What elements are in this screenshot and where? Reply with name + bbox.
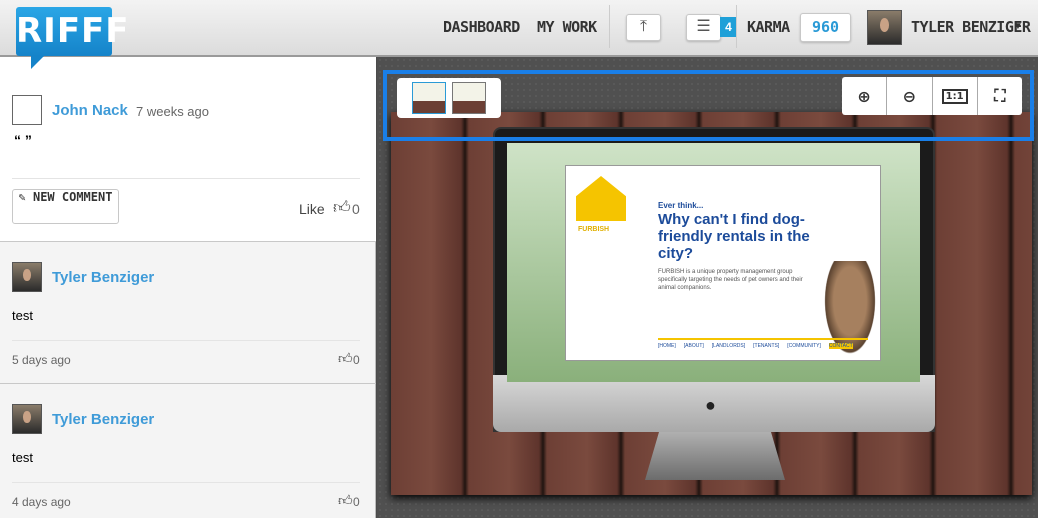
comment-body: test — [12, 308, 33, 323]
divider — [736, 5, 737, 48]
commenter-avatar — [12, 404, 42, 434]
commenter-avatar — [12, 262, 42, 292]
comment-time: 5 days ago — [12, 353, 71, 367]
comment-likes: 0 — [353, 353, 360, 367]
new-comment-button[interactable]: ✎ NEW COMMENT — [12, 189, 119, 224]
upload-icon: ⤒ — [639, 18, 648, 35]
like-count: 0 — [352, 201, 360, 217]
user-avatar[interactable] — [867, 10, 902, 45]
list-icon: ☰ — [696, 18, 711, 35]
comment-likes: 0 — [353, 495, 360, 509]
preview-kicker: Ever think... — [658, 201, 704, 210]
nav-my-work[interactable]: MY WORK — [537, 18, 597, 36]
comment: Tyler Benziger test 4 days ago 👍︎ 0 — [0, 384, 376, 518]
karma-value: 960 — [800, 13, 851, 42]
top-header: DASHBOARD MY WORK ⤒ ☰ 4 KARMA 960 TYLER … — [0, 0, 1038, 57]
commenter-name[interactable]: Tyler Benziger — [52, 411, 154, 428]
list-count-badge: 4 — [720, 17, 737, 37]
comment-body: test — [12, 450, 33, 465]
logo[interactable]: RIFFF — [16, 7, 129, 69]
house-logo-icon — [576, 176, 626, 221]
thumbs-up-icon[interactable]: 👍︎ — [333, 197, 351, 218]
thumbs-up-icon[interactable]: 👍︎ — [338, 492, 353, 509]
nav-dashboard[interactable]: DASHBOARD — [443, 18, 520, 36]
preview-brand: FURBISH — [578, 226, 610, 233]
commenter-name[interactable]: Tyler Benziger — [52, 269, 154, 286]
chevron-down-icon[interactable]: ▼ — [1013, 21, 1023, 32]
monitor-chin: ● — [493, 375, 935, 432]
list-button[interactable]: ☰ — [686, 14, 721, 41]
karma-label: KARMA — [747, 18, 790, 36]
preview-blurb: FURBISH is a unique property management … — [658, 269, 803, 291]
post-body: “ ” — [14, 132, 32, 148]
website-preview: FURBISH Ever think... Why can't I find d… — [565, 165, 881, 361]
divider — [12, 178, 360, 179]
divider — [609, 5, 610, 48]
monitor-stand — [645, 432, 785, 480]
divider — [12, 482, 360, 483]
comments-panel: John Nack 7 weeks ago “ ” ✎ NEW COMMENT … — [0, 57, 376, 518]
upload-button[interactable]: ⤒ — [626, 14, 661, 41]
edit-icon: ✎ — [18, 190, 33, 204]
highlight-region — [383, 70, 1034, 141]
like-button[interactable]: Like — [299, 201, 325, 217]
preview-headline: Why can't I find dog-friendly rentals in… — [658, 211, 810, 262]
post-time: 7 weeks ago — [136, 104, 209, 119]
comment-time: 4 days ago — [12, 495, 71, 509]
apple-logo-icon: ● — [705, 395, 716, 415]
author-avatar — [12, 95, 42, 125]
screen-content: FURBISH Ever think... Why can't I find d… — [507, 143, 920, 382]
divider — [12, 340, 360, 341]
comment: Tyler Benziger test 5 days ago 👍︎ 0 — [0, 242, 376, 384]
author-name[interactable]: John Nack — [52, 102, 128, 119]
preview-nav: [HOME] [ABOUT] [LANDLORDS] [TENANTS] [COMMUN… — [658, 338, 868, 349]
thumbs-up-icon[interactable]: 👍︎ — [338, 350, 353, 367]
post: John Nack 7 weeks ago “ ” ✎ NEW COMMENT … — [0, 57, 376, 242]
